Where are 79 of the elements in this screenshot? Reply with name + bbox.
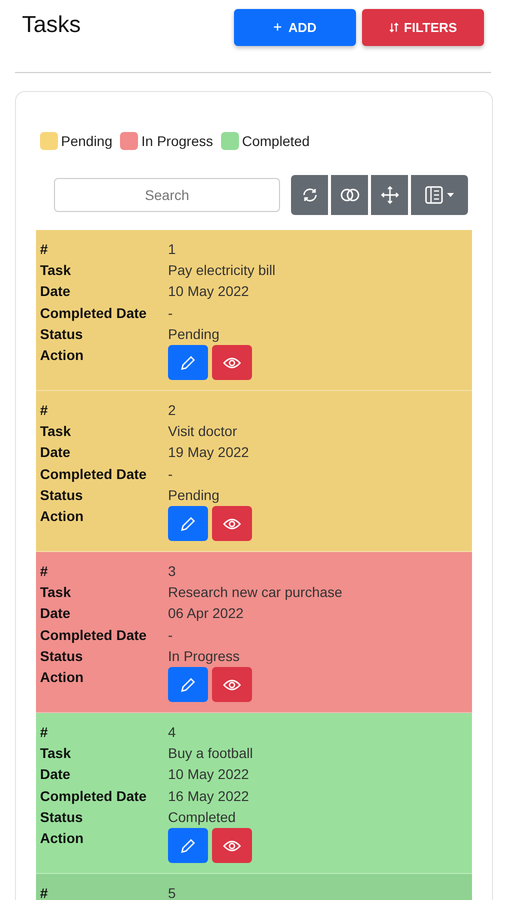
page-title: Tasks: [22, 10, 82, 38]
plus-icon: [273, 22, 284, 33]
field-label: #: [40, 401, 49, 420]
view-button[interactable]: [212, 667, 252, 702]
field-value: 2: [168, 401, 177, 420]
toggle-button[interactable]: [331, 175, 368, 215]
field-label: Status: [40, 646, 84, 666]
field-value: Buy a football: [168, 744, 254, 764]
columns-button[interactable]: [411, 175, 468, 215]
eye-icon: [223, 840, 241, 852]
field-label: Task: [40, 744, 72, 764]
eye-icon: [223, 518, 241, 530]
field-label: Completed Date: [40, 786, 148, 806]
field-label: Status: [40, 486, 84, 505]
field-label: Action: [40, 507, 85, 526]
view-button[interactable]: [212, 506, 252, 542]
refresh-button[interactable]: [291, 175, 328, 215]
field-value: Research new car purchase: [168, 583, 344, 602]
legend-label: In Progress: [141, 133, 213, 149]
refresh-icon: [300, 186, 318, 204]
field-value: 1: [168, 240, 177, 259]
field-label: #: [40, 562, 49, 582]
edit-button[interactable]: [168, 828, 208, 864]
field-label: Task: [40, 422, 72, 442]
add-button[interactable]: ADD: [234, 9, 356, 46]
field-label: Completed Date: [40, 626, 148, 645]
filters-button[interactable]: FILTERS: [362, 9, 484, 46]
search-field[interactable]: Search: [54, 178, 280, 212]
field-value: 10 May 2022: [168, 282, 250, 302]
legend-label: Pending: [61, 133, 112, 149]
pencil-icon: [180, 838, 196, 854]
field-label: Date: [40, 604, 72, 624]
field-value: Pay electricity bill: [168, 261, 276, 280]
field-label: #: [40, 884, 49, 900]
field-value: 06 Apr 2022: [168, 604, 245, 624]
field-label: Status: [40, 324, 84, 344]
edit-button[interactable]: [168, 667, 208, 702]
edit-button[interactable]: [168, 345, 208, 380]
move-icon: [380, 185, 400, 205]
field-label: #: [40, 723, 49, 742]
field-value: Pending: [168, 324, 220, 344]
field-label: Task: [40, 261, 72, 280]
field-label: Action: [40, 346, 85, 366]
move-button[interactable]: [371, 175, 408, 215]
edit-button[interactable]: [168, 506, 208, 542]
field-value: 16 May 2022: [168, 786, 250, 806]
field-label: Status: [40, 808, 84, 827]
pencil-icon: [180, 354, 196, 371]
field-label: Date: [40, 765, 72, 784]
field-value: Visit doctor: [168, 422, 238, 442]
field-label: Action: [40, 668, 85, 688]
legend-label: Completed: [242, 133, 310, 149]
field-value: 10 May 2022: [168, 765, 250, 784]
field-value: -: [168, 626, 174, 645]
eye-icon: [223, 356, 241, 369]
field-value: In Progress: [168, 646, 241, 666]
field-value: -: [168, 304, 174, 323]
field-label: Date: [40, 443, 72, 462]
view-button[interactable]: [212, 345, 252, 380]
field-label: Task: [40, 583, 72, 602]
field-label: Completed Date: [40, 464, 148, 484]
field-value: Completed: [168, 808, 237, 827]
view-button[interactable]: [212, 828, 252, 864]
pencil-icon: [180, 516, 196, 532]
field-value: Pending: [168, 486, 220, 505]
field-value: 3: [168, 562, 177, 582]
field-label: #: [40, 240, 49, 259]
sort-arrows-icon: [388, 22, 399, 33]
field-value: 4: [168, 723, 177, 742]
eye-icon: [223, 678, 241, 691]
field-label: Completed Date: [40, 304, 148, 323]
toggle-icon: [338, 188, 360, 202]
pencil-icon: [180, 676, 196, 693]
field-label: Action: [40, 829, 85, 848]
field-value: -: [168, 464, 174, 484]
field-label: Date: [40, 282, 72, 302]
columns-icon: [424, 186, 454, 204]
field-value: 5: [168, 884, 177, 900]
field-value: 19 May 2022: [168, 443, 250, 462]
